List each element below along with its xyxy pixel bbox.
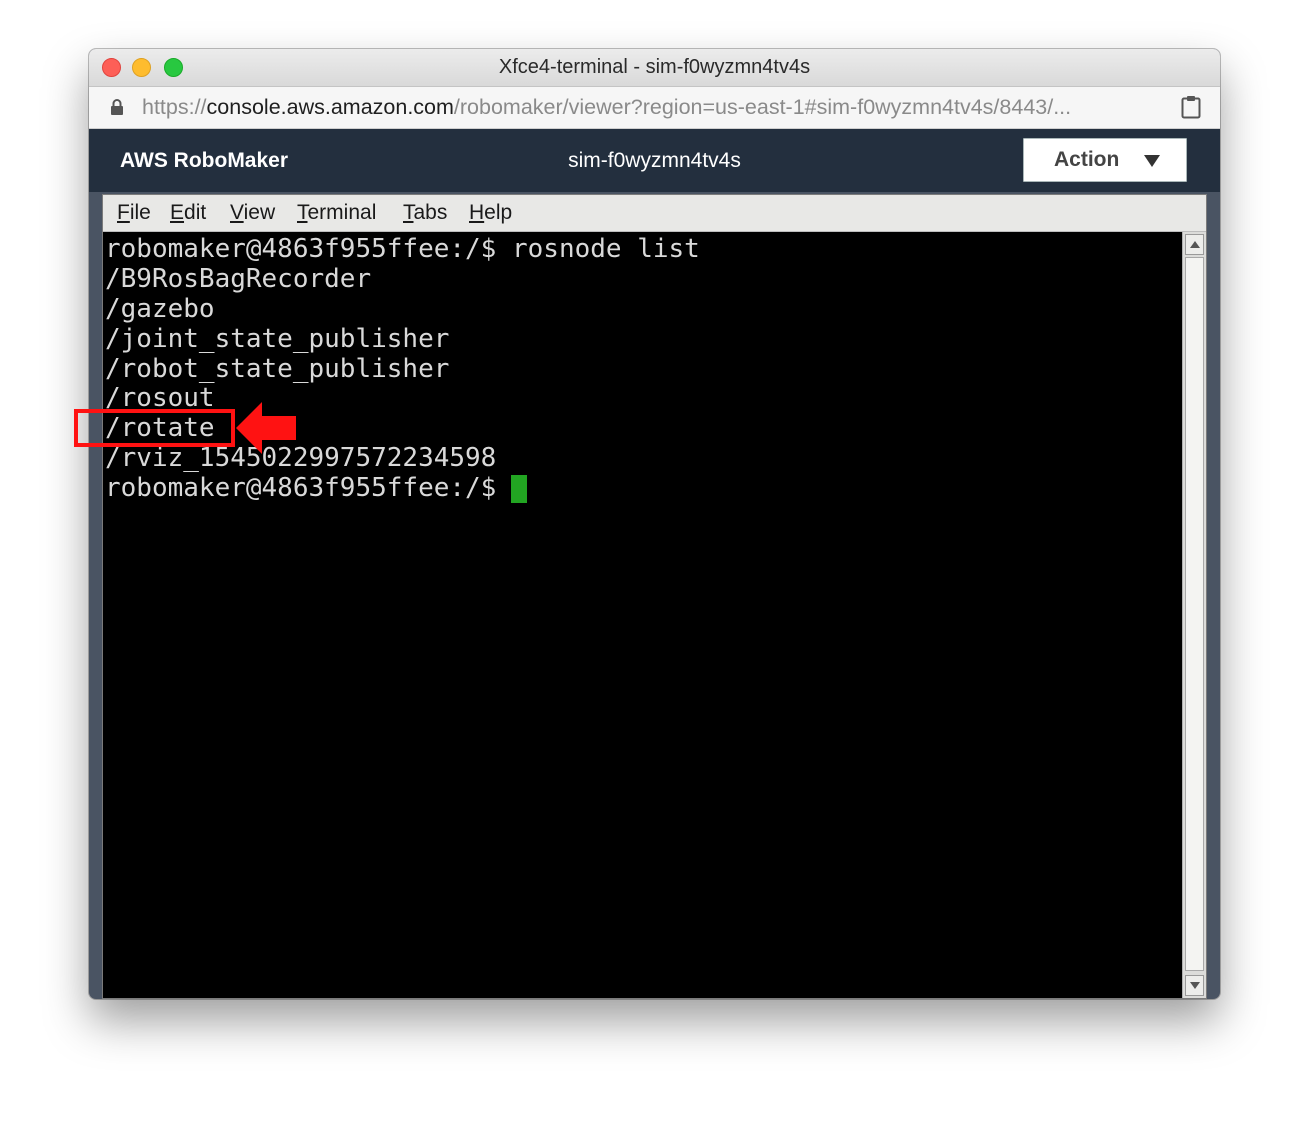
- menu-edit-label: dit: [184, 201, 207, 224]
- url-path: /robomaker/viewer?region=us-east-1#sim-f…: [453, 95, 1072, 119]
- annotation-arrow-icon: [236, 402, 296, 454]
- menu-help[interactable]: Help: [469, 195, 512, 231]
- menu-terminal-mnemonic: T: [297, 201, 308, 224]
- clipboard-icon[interactable]: [1181, 95, 1201, 119]
- arrow-down-icon: [1190, 982, 1200, 989]
- menu-file-mnemonic: F: [117, 201, 130, 224]
- caret-down-icon: [1144, 155, 1160, 167]
- menu-terminal[interactable]: Terminal: [297, 195, 376, 231]
- terminal-cursor: [511, 475, 527, 503]
- menu-view-label: iew: [243, 201, 276, 224]
- menu-file[interactable]: File: [117, 195, 151, 231]
- action-dropdown-button[interactable]: Action: [1023, 138, 1187, 182]
- menu-edit-mnemonic: E: [170, 201, 185, 224]
- terminal-prompt-line: robomaker@4863f955ffee:/$: [105, 473, 512, 503]
- menu-help-label: elp: [484, 201, 513, 224]
- window-title: Xfce4-terminal - sim-f0wyzmn4tv4s: [498, 56, 811, 78]
- scrollbar-thumb[interactable]: [1185, 257, 1204, 971]
- menu-view-mnemonic: V: [230, 201, 244, 224]
- robomaker-header: AWS RoboMaker sim-f0wyzmn4tv4s Action: [89, 129, 1220, 192]
- brand-title: AWS RoboMaker: [120, 149, 289, 172]
- terminal-line: /rviz_1545022997572234598: [105, 443, 497, 473]
- action-button-label: Action: [1054, 148, 1120, 171]
- menu-edit[interactable]: Edit: [170, 195, 206, 231]
- address-bar[interactable]: https://console.aws.amazon.com/robomaker…: [89, 87, 1220, 129]
- arrow-up-icon: [1190, 241, 1200, 248]
- terminal-line: /robot_state_publisher: [105, 354, 450, 384]
- url-text[interactable]: https://console.aws.amazon.com/robomaker…: [142, 87, 1162, 128]
- menu-help-mnemonic: H: [469, 201, 485, 224]
- window-titlebar: Xfce4-terminal - sim-f0wyzmn4tv4s: [89, 49, 1220, 87]
- terminal-output[interactable]: robomaker@4863f955ffee:/$ rosnode list /…: [103, 232, 1182, 998]
- terminal-line: /gazebo: [105, 294, 215, 324]
- annotation-highlight-box: [74, 409, 235, 447]
- terminal-line: robomaker@4863f955ffee:/$ rosnode list: [105, 234, 700, 264]
- menu-tabs-mnemonic: T: [403, 201, 414, 224]
- scroll-up-button[interactable]: [1185, 234, 1204, 255]
- menu-terminal-label: erminal: [307, 201, 377, 224]
- terminal-scrollbar[interactable]: [1182, 232, 1206, 998]
- menu-tabs-label: abs: [413, 201, 448, 224]
- browser-window: Xfce4-terminal - sim-f0wyzmn4tv4s https:…: [89, 49, 1220, 999]
- terminal-line: /joint_state_publisher: [105, 324, 450, 354]
- terminal-menubar: File Edit View Terminal Tabs Help: [103, 195, 1206, 232]
- url-host: console.aws.amazon.com: [206, 95, 454, 119]
- menu-tabs[interactable]: Tabs: [403, 195, 447, 231]
- menu-view[interactable]: View: [230, 195, 275, 231]
- terminal-line: /B9RosBagRecorder: [105, 264, 372, 294]
- menu-file-label: ile: [129, 201, 151, 224]
- terminal-window: File Edit View Terminal Tabs Help roboma…: [102, 194, 1207, 999]
- scroll-down-button[interactable]: [1185, 975, 1204, 996]
- url-scheme: https://: [142, 95, 207, 119]
- lock-icon: [111, 99, 123, 115]
